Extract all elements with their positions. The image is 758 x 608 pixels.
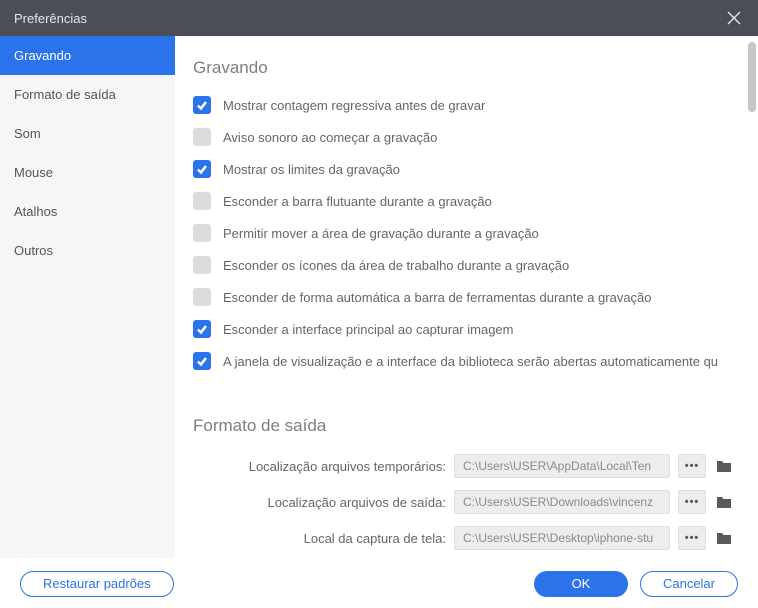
checkbox[interactable] bbox=[193, 256, 211, 274]
open-folder-button[interactable] bbox=[714, 528, 734, 548]
sidebar-item-label: Gravando bbox=[14, 48, 71, 63]
checkbox-label: Esconder de forma automática a barra de … bbox=[223, 290, 652, 305]
path-label: Local da captura de tela: bbox=[193, 531, 446, 546]
sidebar-item-formato[interactable]: Formato de saída bbox=[0, 75, 175, 114]
checkbox[interactable] bbox=[193, 96, 211, 114]
cancel-button[interactable]: Cancelar bbox=[640, 571, 738, 597]
checkbox-row: Aviso sonoro ao começar a gravação bbox=[193, 128, 734, 146]
check-icon bbox=[196, 99, 208, 111]
close-button[interactable] bbox=[724, 8, 744, 28]
checkbox-label: Esconder a barra flutuante durante a gra… bbox=[223, 194, 492, 209]
checkbox[interactable] bbox=[193, 128, 211, 146]
sidebar-item-label: Som bbox=[14, 126, 41, 141]
open-folder-button[interactable] bbox=[714, 456, 734, 476]
checkbox-row: Esconder a interface principal ao captur… bbox=[193, 320, 734, 338]
checkbox-label: Permitir mover a área de gravação durant… bbox=[223, 226, 539, 241]
checkbox-label: Esconder a interface principal ao captur… bbox=[223, 322, 513, 337]
sidebar: Gravando Formato de saída Som Mouse Atal… bbox=[0, 36, 175, 558]
check-icon bbox=[196, 163, 208, 175]
titlebar: Preferências bbox=[0, 0, 758, 36]
browse-button[interactable]: ••• bbox=[678, 526, 706, 550]
checkbox-row: Esconder a barra flutuante durante a gra… bbox=[193, 192, 734, 210]
sidebar-item-atalhos[interactable]: Atalhos bbox=[0, 192, 175, 231]
browse-button[interactable]: ••• bbox=[678, 490, 706, 514]
checkbox-row: Permitir mover a área de gravação durant… bbox=[193, 224, 734, 242]
checkbox-row: Esconder de forma automática a barra de … bbox=[193, 288, 734, 306]
checkbox-label: Aviso sonoro ao começar a gravação bbox=[223, 130, 437, 145]
sidebar-item-label: Mouse bbox=[14, 165, 53, 180]
sidebar-item-label: Atalhos bbox=[14, 204, 57, 219]
section-title-recording: Gravando bbox=[193, 58, 734, 78]
checkbox-row: Mostrar os limites da gravação bbox=[193, 160, 734, 178]
button-label: OK bbox=[572, 576, 591, 591]
path-label: Localização arquivos temporários: bbox=[193, 459, 446, 474]
checkbox[interactable] bbox=[193, 288, 211, 306]
close-icon bbox=[727, 11, 741, 25]
path-input[interactable]: C:\Users\USER\AppData\Local\Ten bbox=[454, 454, 670, 478]
checkbox[interactable] bbox=[193, 192, 211, 210]
checkbox-row: Esconder os ícones da área de trabalho d… bbox=[193, 256, 734, 274]
folder-icon bbox=[716, 531, 732, 545]
footer: Restaurar padrões OK Cancelar bbox=[0, 558, 758, 608]
checkbox-row: A janela de visualização e a interface d… bbox=[193, 352, 734, 370]
checkbox-label: Esconder os ícones da área de trabalho d… bbox=[223, 258, 569, 273]
sidebar-item-outros[interactable]: Outros bbox=[0, 231, 175, 270]
checkbox[interactable] bbox=[193, 160, 211, 178]
path-label: Localização arquivos de saída: bbox=[193, 495, 446, 510]
path-row: Local da captura de tela: C:\Users\USER\D… bbox=[193, 526, 734, 550]
folder-icon bbox=[716, 495, 732, 509]
section-title-output: Formato de saída bbox=[193, 416, 734, 436]
button-label: Cancelar bbox=[663, 576, 715, 591]
checkbox-label: Mostrar contagem regressiva antes de gra… bbox=[223, 98, 485, 113]
checkbox[interactable] bbox=[193, 352, 211, 370]
check-icon bbox=[196, 355, 208, 367]
sidebar-item-mouse[interactable]: Mouse bbox=[0, 153, 175, 192]
path-input[interactable]: C:\Users\USER\Desktop\iphone-stu bbox=[454, 526, 670, 550]
scrollbar-thumb[interactable] bbox=[748, 42, 756, 112]
restore-defaults-button[interactable]: Restaurar padrões bbox=[20, 571, 174, 597]
path-row: Localização arquivos de saída: C:\Users\U… bbox=[193, 490, 734, 514]
sidebar-item-som[interactable]: Som bbox=[0, 114, 175, 153]
browse-button[interactable]: ••• bbox=[678, 454, 706, 478]
ok-button[interactable]: OK bbox=[534, 571, 628, 597]
open-folder-button[interactable] bbox=[714, 492, 734, 512]
sidebar-item-label: Outros bbox=[14, 243, 53, 258]
checkbox[interactable] bbox=[193, 320, 211, 338]
path-row: Localização arquivos temporários: C:\User… bbox=[193, 454, 734, 478]
check-icon bbox=[196, 323, 208, 335]
folder-icon bbox=[716, 459, 732, 473]
sidebar-item-gravando[interactable]: Gravando bbox=[0, 36, 175, 75]
sidebar-item-label: Formato de saída bbox=[14, 87, 116, 102]
checkbox-label: A janela de visualização e a interface d… bbox=[223, 354, 718, 369]
path-input[interactable]: C:\Users\USER\Downloads\vincenz bbox=[454, 490, 670, 514]
checkbox-row: Mostrar contagem regressiva antes de gra… bbox=[193, 96, 734, 114]
checkbox[interactable] bbox=[193, 224, 211, 242]
content-area: Gravando Mostrar contagem regressiva ant… bbox=[175, 36, 758, 558]
window-title: Preferências bbox=[14, 11, 87, 26]
button-label: Restaurar padrões bbox=[43, 576, 151, 591]
checkbox-label: Mostrar os limites da gravação bbox=[223, 162, 400, 177]
